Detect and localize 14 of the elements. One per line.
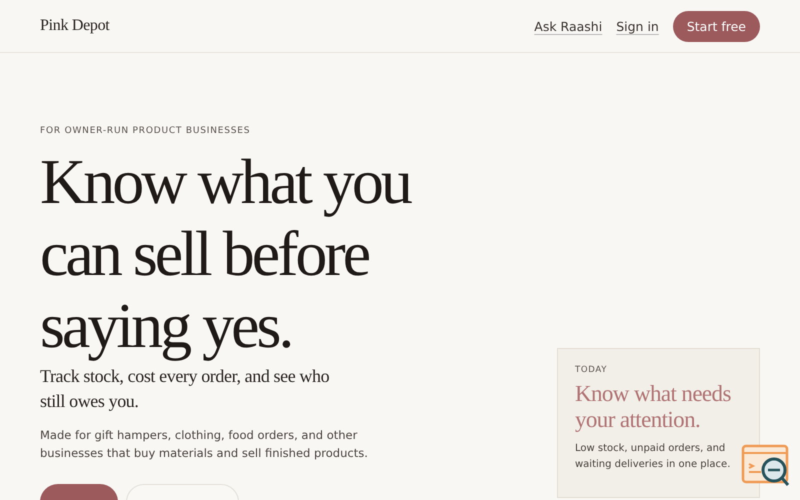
nav-link[interactable]: Sign in [616, 18, 659, 34]
eyebrow-text: FOR OWNER-RUN PRODUCT BUSINESSES [40, 126, 252, 136]
card-text: Low stock, unpaid orders, and waiting deliveries in one place. [575, 442, 732, 472]
subtitle-text: Track stock, cost every order, and see who still owes you. [40, 365, 330, 413]
start-free-button[interactable]: Start free [672, 10, 760, 42]
brand-name[interactable]: Pink Depot [40, 17, 110, 35]
card-title: Know what needs your attention. [575, 381, 732, 433]
nav-link[interactable]: Ask Raashi [534, 18, 602, 34]
description-text: Made for gift hampers, clothing, food orders, and other businesses that buy materials and sell finished products. [40, 427, 369, 462]
headline-line: saying yes. [40, 290, 292, 362]
card-eyebrow: TODAY [575, 365, 608, 375]
search-window-icon[interactable] [741, 444, 791, 488]
headline-line: Know what you [40, 146, 410, 218]
headline-line: can sell before [40, 218, 368, 290]
